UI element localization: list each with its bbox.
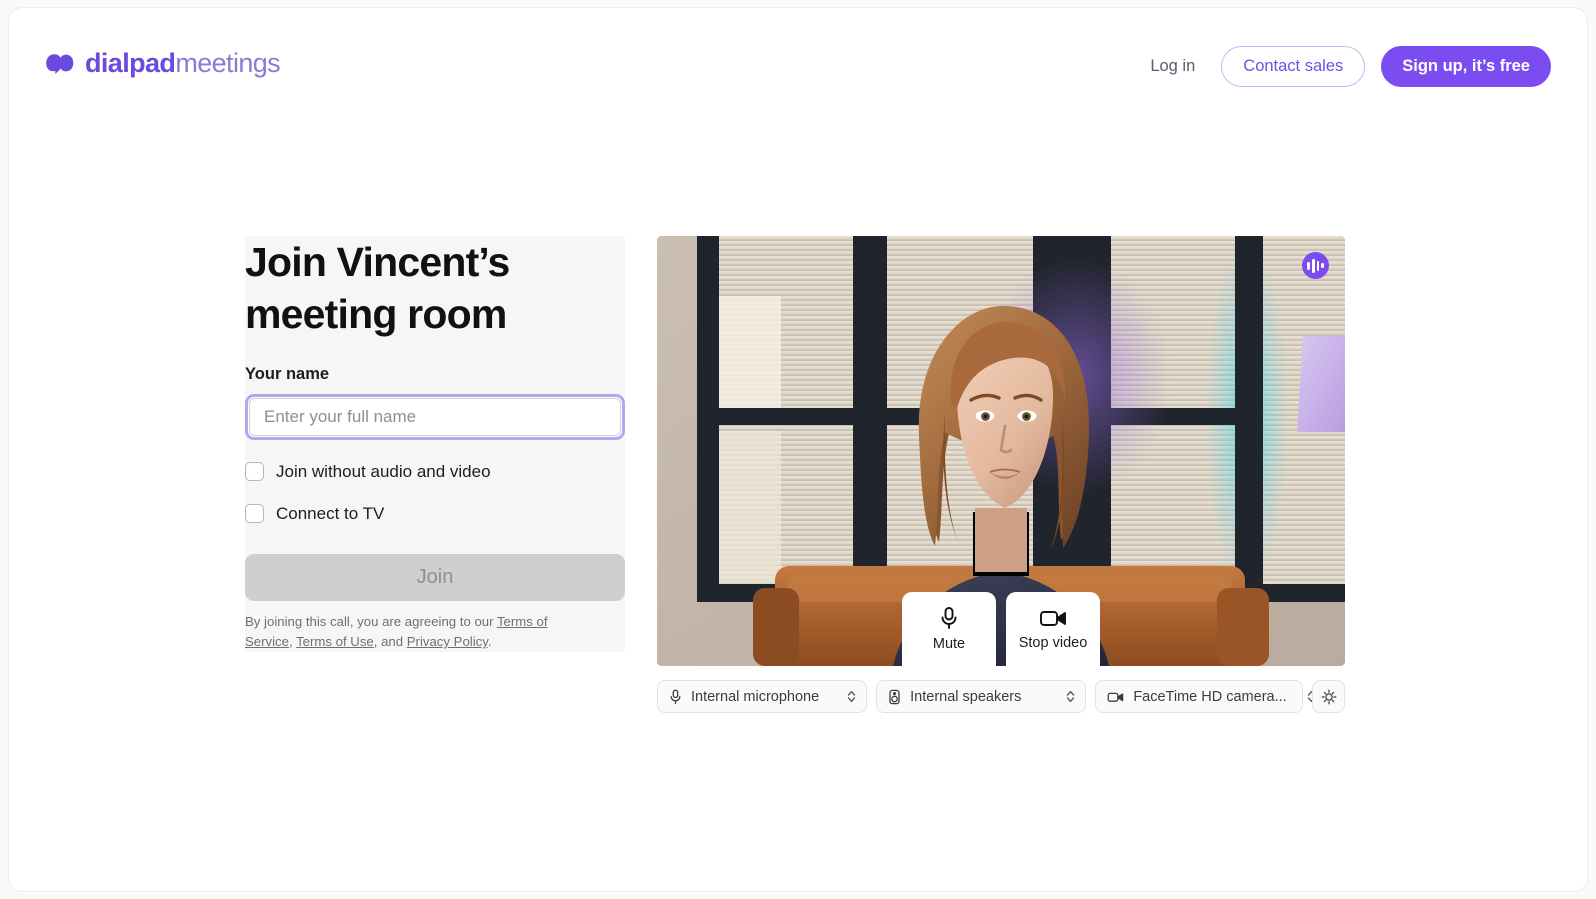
speaker-select[interactable]: Internal speakers (876, 680, 1087, 713)
chevron-updown-icon (846, 689, 857, 704)
site-header: dialpadmeetings Log in Contact sales Sig… (9, 8, 1587, 128)
mute-button-label: Mute (932, 636, 966, 652)
name-input-focus-ring (245, 393, 625, 440)
video-effects-icon (1321, 689, 1337, 705)
join-panel: Join Vincent’s meeting room Your name Jo… (245, 236, 625, 653)
audio-level-icon (1302, 252, 1329, 279)
chevron-updown-icon (1065, 689, 1076, 704)
dialpad-meetings-logo[interactable]: dialpadmeetings (45, 48, 281, 78)
microphone-icon (669, 689, 682, 705)
video-camera-icon (1039, 607, 1067, 629)
terms-separator-1: , (288, 634, 297, 649)
privacy-policy-link[interactable]: Privacy Policy (407, 634, 488, 649)
header-actions: Log in Contact sales Sign up, it’s free (1140, 46, 1551, 87)
checkbox-connect-to-tv[interactable] (245, 504, 264, 524)
dialpad-logo-icon (45, 53, 75, 75)
device-bar: Internal microphone Internal speakers Fa… (657, 680, 1346, 713)
video-column: Mute Stop video Internal microphone Inte… (657, 236, 1346, 713)
checkbox-row-join-without-audio-video[interactable]: Join without audio and video (245, 462, 625, 482)
terms-of-use-link[interactable]: Terms of Use (296, 634, 374, 649)
name-input[interactable] (249, 397, 621, 436)
page-title: Join Vincent’s meeting room (245, 239, 510, 338)
mute-button[interactable]: Mute (902, 592, 996, 666)
logo-word-dialpad: dialpad (85, 48, 176, 78)
camera-select[interactable]: FaceTime HD camera... (1095, 680, 1315, 713)
logo-word-meetings: meetings (175, 48, 281, 78)
terms-intro: By joining this call, you are agreeing t… (245, 613, 494, 629)
speaker-select-value: Internal speakers (910, 688, 1022, 705)
checkbox-row-connect-to-tv[interactable]: Connect to TV (245, 504, 625, 524)
stop-video-button[interactable]: Stop video (1006, 592, 1100, 666)
join-button[interactable]: Join (245, 553, 625, 601)
speaker-icon (888, 689, 901, 705)
checkbox-label-connect-to-tv: Connect to TV (276, 503, 385, 523)
signup-button[interactable]: Sign up, it’s free (1381, 46, 1551, 87)
app-card: dialpadmeetings Log in Contact sales Sig… (8, 7, 1588, 892)
camera-icon (1107, 690, 1124, 704)
camera-select-value: FaceTime HD camera... (1133, 688, 1287, 705)
video-preview[interactable]: Mute Stop video (657, 236, 1345, 666)
your-name-label: Your name (245, 364, 330, 383)
terms-text: By joining this call, you are agreeing t… (245, 612, 590, 652)
main-content: Join Vincent’s meeting room Your name Jo… (245, 236, 1346, 726)
terms-separator-2: , and (373, 634, 407, 649)
media-controls: Mute Stop video (902, 592, 1100, 666)
stop-video-button-label: Stop video (1018, 635, 1088, 651)
microphone-icon (938, 606, 960, 630)
login-link[interactable]: Log in (1140, 51, 1205, 82)
terms-end: . (487, 634, 492, 649)
checkbox-label-join-without-audio-video: Join without audio and video (276, 461, 491, 481)
video-effects-button[interactable] (1312, 680, 1346, 713)
microphone-select[interactable]: Internal microphone (657, 680, 868, 713)
logo-wordmark: dialpadmeetings (85, 48, 281, 78)
page-root: dialpadmeetings Log in Contact sales Sig… (0, 0, 1596, 899)
microphone-select-value: Internal microphone (691, 688, 820, 705)
checkbox-join-without-audio-video[interactable] (245, 462, 264, 482)
contact-sales-button[interactable]: Contact sales (1221, 46, 1366, 87)
